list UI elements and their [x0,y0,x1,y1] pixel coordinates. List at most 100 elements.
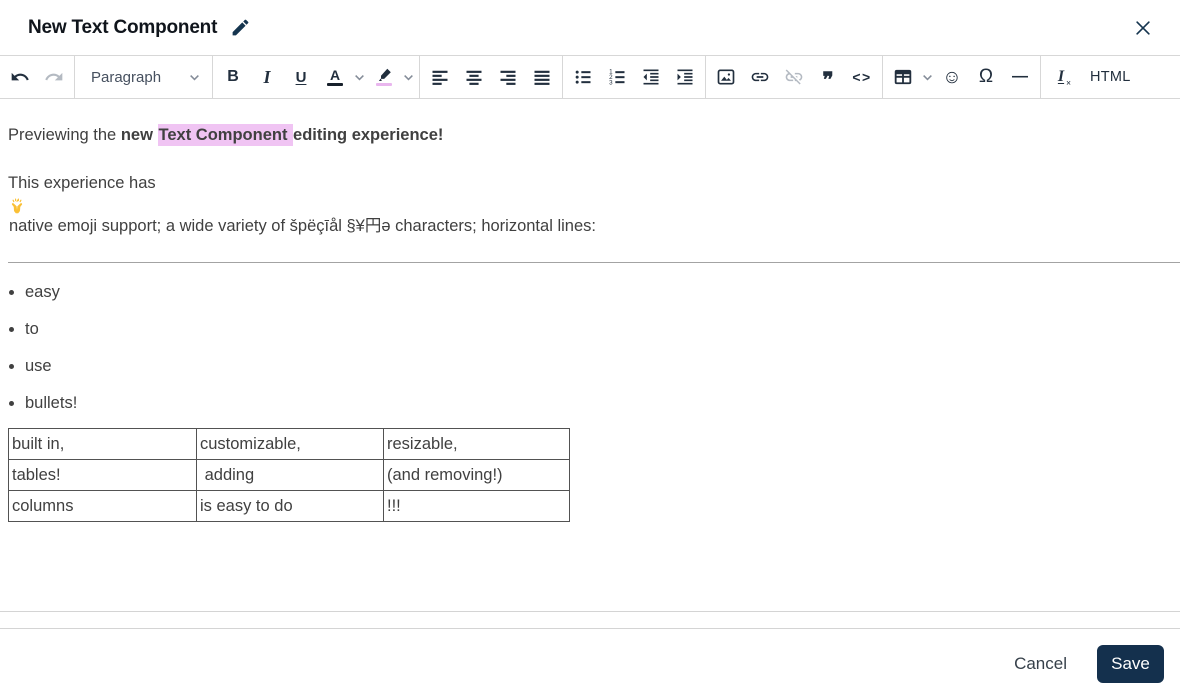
bold-button[interactable]: B [216,60,250,94]
outdent-icon [641,67,661,87]
save-button[interactable]: Save [1097,644,1164,683]
insert-image-button[interactable] [709,60,743,94]
highlighted-text: Text Component [157,124,294,146]
table-cell[interactable]: resizable, [383,428,570,460]
table-cell[interactable]: columns [8,490,197,522]
list-item: bullets! [25,391,1172,415]
table-icon [893,67,913,87]
table-cell[interactable]: customizable, [196,428,384,460]
text-color-button[interactable]: A [318,60,352,94]
emoji-button[interactable]: ☺ [935,60,969,94]
paragraph-features: This experience has native emoji support… [8,147,1172,240]
list-item: to [25,317,1172,341]
chevron-down-icon [403,72,414,83]
paragraph-format-dropdown[interactable]: Paragraph [74,56,212,98]
history-group [0,56,74,98]
numbered-list-icon: 123 [607,67,627,87]
decrease-indent-button[interactable] [634,60,668,94]
bold-text: new [120,126,158,144]
special-character-button[interactable]: Ω [969,60,1003,94]
link-icon [750,67,770,87]
undo-button[interactable] [3,60,37,94]
list-indent-group: 123 [562,56,705,98]
align-center-button[interactable] [457,60,491,94]
table-cell[interactable]: built in, [8,428,197,460]
code-button[interactable]: <> [845,60,879,94]
alignment-group [419,56,562,98]
unlink-icon [784,67,804,87]
blockquote-button[interactable]: ❞ [811,60,845,94]
modal-footer: Cancel Save [0,628,1180,698]
cancel-button[interactable]: Cancel [1014,654,1067,674]
svg-text:3: 3 [609,80,613,87]
bullet-list-button[interactable] [566,60,600,94]
horizontal-line-icon: — [1012,68,1028,85]
increase-indent-button[interactable] [668,60,702,94]
content-table: built in, customizable, resizable, table… [8,428,570,522]
emoji-smiley-icon: ☺ [942,66,962,88]
blockquote-icon: ❞ [822,69,834,92]
table-chevron[interactable] [920,72,935,83]
text-color-icon: A [327,68,343,86]
italic-icon: I [263,66,271,87]
bold-text: editing experience! [293,126,444,144]
horizontal-line-button[interactable]: — [1003,60,1037,94]
paragraph-intro: Previewing the new Text Component editin… [8,124,444,146]
pencil-icon [230,17,251,38]
align-left-icon [430,67,450,87]
numbered-list-button[interactable]: 123 [600,60,634,94]
modal-title: New Text Component [28,16,218,38]
clear-formatting-icon: I × [1057,68,1072,88]
paragraph-format-value: Paragraph [91,68,162,86]
undo-icon [10,67,30,87]
chevron-down-icon [354,72,365,83]
bullet-list: easy to use bullets! [8,280,1172,415]
italic-button[interactable]: I [250,60,284,94]
underline-icon: U [295,68,307,86]
text-color-chevron[interactable] [352,72,367,83]
table-row: built in, customizable, resizable, [8,428,570,460]
editor-content[interactable]: Previewing the new Text Component editin… [0,99,1180,612]
html-view-button[interactable]: HTML [1078,69,1143,85]
bullet-list-icon [573,67,593,87]
clear-formatting-button[interactable]: I × [1044,60,1078,94]
highlighter-icon [376,68,393,86]
close-button[interactable] [1133,18,1153,38]
align-justify-icon [532,67,552,87]
table-cell[interactable]: (and removing!) [383,459,570,491]
table-cell[interactable]: tables! [8,459,197,491]
underline-button[interactable]: U [284,60,318,94]
insert-link-button[interactable] [743,60,777,94]
omega-icon: Ω [978,66,994,87]
table-row: columns is easy to do !!! [8,490,570,522]
insert-table-button[interactable] [886,60,920,94]
objects-group: ☺ Ω — [882,56,1040,98]
highlight-color-button[interactable] [367,60,401,94]
horizontal-rule [8,262,1180,263]
footer-gap [0,612,1180,628]
insert-group: ❞ <> [705,56,882,98]
raising-hands-emoji [8,197,1172,214]
text-style-group: B I U A [212,56,419,98]
table-row: tables! adding (and removing!) [8,459,570,491]
list-item: easy [25,280,1172,304]
redo-button[interactable] [37,60,71,94]
highlight-color-chevron[interactable] [401,72,416,83]
align-justify-button[interactable] [525,60,559,94]
chevron-down-icon [189,72,200,83]
table-cell[interactable]: !!! [383,490,570,522]
align-left-button[interactable] [423,60,457,94]
remove-link-button[interactable] [777,60,811,94]
indent-icon [675,67,695,87]
bold-icon: B [227,68,239,85]
code-icon: <> [852,69,872,85]
chevron-down-icon [922,72,933,83]
align-right-button[interactable] [491,60,525,94]
table-cell[interactable]: is easy to do [196,490,384,522]
list-item: use [25,354,1172,378]
edit-title-button[interactable] [230,17,251,38]
format-utility-group: I × HTML [1040,56,1146,98]
image-icon [716,67,736,87]
table-cell[interactable]: adding [196,459,384,491]
align-right-icon [498,67,518,87]
